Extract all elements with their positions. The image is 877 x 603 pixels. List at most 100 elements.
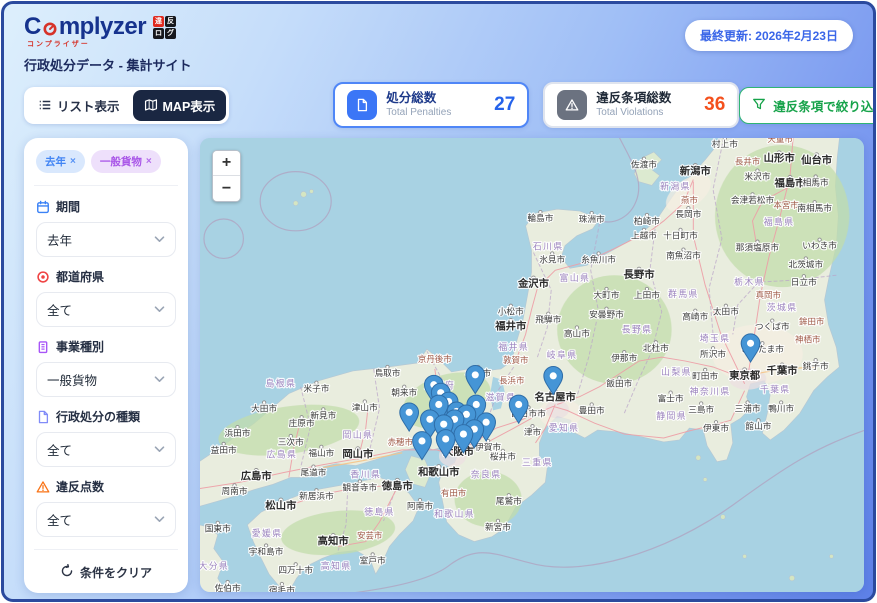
map-label: 富山県 <box>560 272 591 283</box>
map-label: 三島市 <box>688 403 714 414</box>
chip-remove-icon[interactable]: × <box>70 156 76 167</box>
map-label: 山形市 <box>764 152 796 165</box>
stat-value-penalties: 27 <box>494 94 516 115</box>
filter-label: 行政処分の種類 <box>36 408 176 425</box>
map-label: 長野県 <box>622 324 653 334</box>
logo-grid-cell: 反 <box>165 15 177 27</box>
document-icon <box>347 90 378 120</box>
map-icon <box>144 98 158 112</box>
map-label: 浜田市 <box>224 427 250 438</box>
map-label: 和歌山県 <box>434 508 475 519</box>
map-label: 燕市 <box>681 195 698 205</box>
penalty-type-select[interactable]: 全て <box>36 432 176 467</box>
map-label: 益田市 <box>211 444 237 455</box>
map-label: 津市 <box>524 426 542 437</box>
content: 去年 × 一般貨物 × 期間 去年 都道府県 全て 事業種別 一般貨物 行政処分の種類 <box>4 138 873 599</box>
map-label: 福島市 <box>773 176 806 189</box>
map-label: 三重県 <box>522 457 553 468</box>
map-label: 千葉県 <box>760 384 791 395</box>
map-label: 和歌山市 <box>418 466 460 479</box>
map-label: 石川県 <box>533 242 564 252</box>
map-label: 安芸市 <box>357 531 383 541</box>
map-label: 香川県 <box>350 469 381 479</box>
map-label: 静岡県 <box>656 410 687 421</box>
map-label: 小松市 <box>498 306 524 317</box>
map-label: 愛媛県 <box>252 528 283 539</box>
zoom-out-button[interactable]: − <box>213 176 240 201</box>
prefecture-select[interactable]: 全て <box>36 292 176 327</box>
filter-group-violation-points: 違反点数 全て <box>36 478 176 537</box>
toolbar: リスト表示 MAP表示 処分総数 Total Penalties 27 違反条項総… <box>4 76 873 138</box>
view-toggle-list[interactable]: リスト表示 <box>27 90 131 121</box>
map-label: 金沢市 <box>517 277 550 290</box>
map-label: 長浜市 <box>499 376 525 386</box>
map-label: 輪島市 <box>527 212 553 223</box>
map-label: 富士市 <box>658 393 684 404</box>
map-label: 岡山市 <box>342 448 374 461</box>
reset-icon <box>60 564 74 581</box>
chip-remove-icon[interactable]: × <box>146 156 152 167</box>
map-label: 上田市 <box>634 289 660 300</box>
map-label: 銚子市 <box>803 360 829 371</box>
map-label: 三浦市 <box>735 402 761 413</box>
clear-filters-button[interactable]: 条件をクリア <box>36 562 176 581</box>
map-label: 観音寺市 <box>342 481 377 492</box>
map-label: 埼玉県 <box>700 332 731 343</box>
target-icon <box>36 270 50 284</box>
map-label: 糸魚川市 <box>581 253 616 264</box>
map-label: 長岡市 <box>675 208 701 219</box>
stat-subtitle: Total Violations <box>596 106 664 118</box>
map-label: いわき市 <box>802 240 837 251</box>
map-label: 阿南市 <box>407 500 433 511</box>
filter-group-prefecture: 都道府県 全て <box>36 268 176 327</box>
logo: Cmplyzer <box>24 13 147 40</box>
map-label: 仙台市 <box>801 154 833 167</box>
filter-chip[interactable]: 一般貨物 × <box>90 150 161 173</box>
map-label: 宿毛市 <box>269 584 295 592</box>
map-label: 鳥取市 <box>374 367 400 378</box>
map-canvas[interactable]: 仙台市山形市天童市村上市長井市米沢市福島市相馬市会津若松市 本宮市南相馬市福島県新… <box>200 138 864 592</box>
map-label: 高知市 <box>318 535 350 548</box>
logo-block: Cmplyzer 違反ログ コンプライザー 行政処分データ - 集計サイト <box>24 13 192 74</box>
violation-points-select[interactable]: 全て <box>36 502 176 537</box>
map-label: 安曇野市 <box>589 309 624 320</box>
business-type-select[interactable]: 一般貨物 <box>36 362 176 397</box>
japan-map[interactable]: 仙台市 山形市 天童市 村上市 長井市 米沢市 福島市 相馬市 会津若松市 本宮市 南相馬市 福島県新… <box>200 138 864 592</box>
list-icon <box>38 98 52 112</box>
period-select[interactable]: 去年 <box>36 222 176 257</box>
filter-sidebar: 去年 × 一般貨物 × 期間 去年 都道府県 全て 事業種別 一般貨物 行政処分の種類 <box>24 138 188 593</box>
violation-filter-button[interactable]: 違反条項で絞り込み 1 <box>739 86 873 124</box>
map-label: 千葉市 <box>767 364 799 377</box>
map-label: 福井県 <box>498 341 529 352</box>
map-label: 豊田市 <box>579 404 605 415</box>
map-label: 尾道市 <box>300 467 326 478</box>
map-label: 新宮市 <box>485 521 511 532</box>
map-label: 氷見市 <box>539 253 565 264</box>
filter-chip[interactable]: 去年 × <box>36 150 85 173</box>
map-label: 珠洲市 <box>579 213 605 224</box>
divider <box>34 185 178 186</box>
map-label: 三次市 <box>278 436 304 447</box>
filter-group-business-type: 事業種別 一般貨物 <box>36 338 176 397</box>
stat-value-violations: 36 <box>704 94 726 115</box>
document-icon <box>36 410 50 424</box>
map-label: 真岡市 <box>756 290 782 300</box>
stat-title: 違反条項総数 <box>596 90 672 105</box>
map-zoom-control: + − <box>212 150 241 202</box>
map-label: 天童市 <box>767 138 793 144</box>
map-label: 高崎市 <box>682 311 708 322</box>
map-label: 群馬県 <box>668 288 699 299</box>
map-label: 新見市 <box>310 409 336 420</box>
logo-grid-icon: 違反ログ <box>153 15 177 39</box>
view-toggle-map[interactable]: MAP表示 <box>132 89 227 121</box>
zoom-in-button[interactable]: + <box>213 151 240 176</box>
map-label: 伊東市 <box>703 422 729 433</box>
stats-row: 処分総数 Total Penalties 27 違反条項総数 Total Vio… <box>333 82 740 128</box>
map-label: 太田市 <box>713 306 739 317</box>
filter-group-period: 期間 去年 <box>36 198 176 257</box>
map-label: 福島県 <box>764 216 795 227</box>
map-label: 高山市 <box>564 327 590 338</box>
stat-card-total-penalties: 処分総数 Total Penalties 27 <box>333 82 530 128</box>
stat-subtitle: Total Penalties <box>386 106 452 118</box>
map-label: 神奈川県 <box>690 386 731 397</box>
